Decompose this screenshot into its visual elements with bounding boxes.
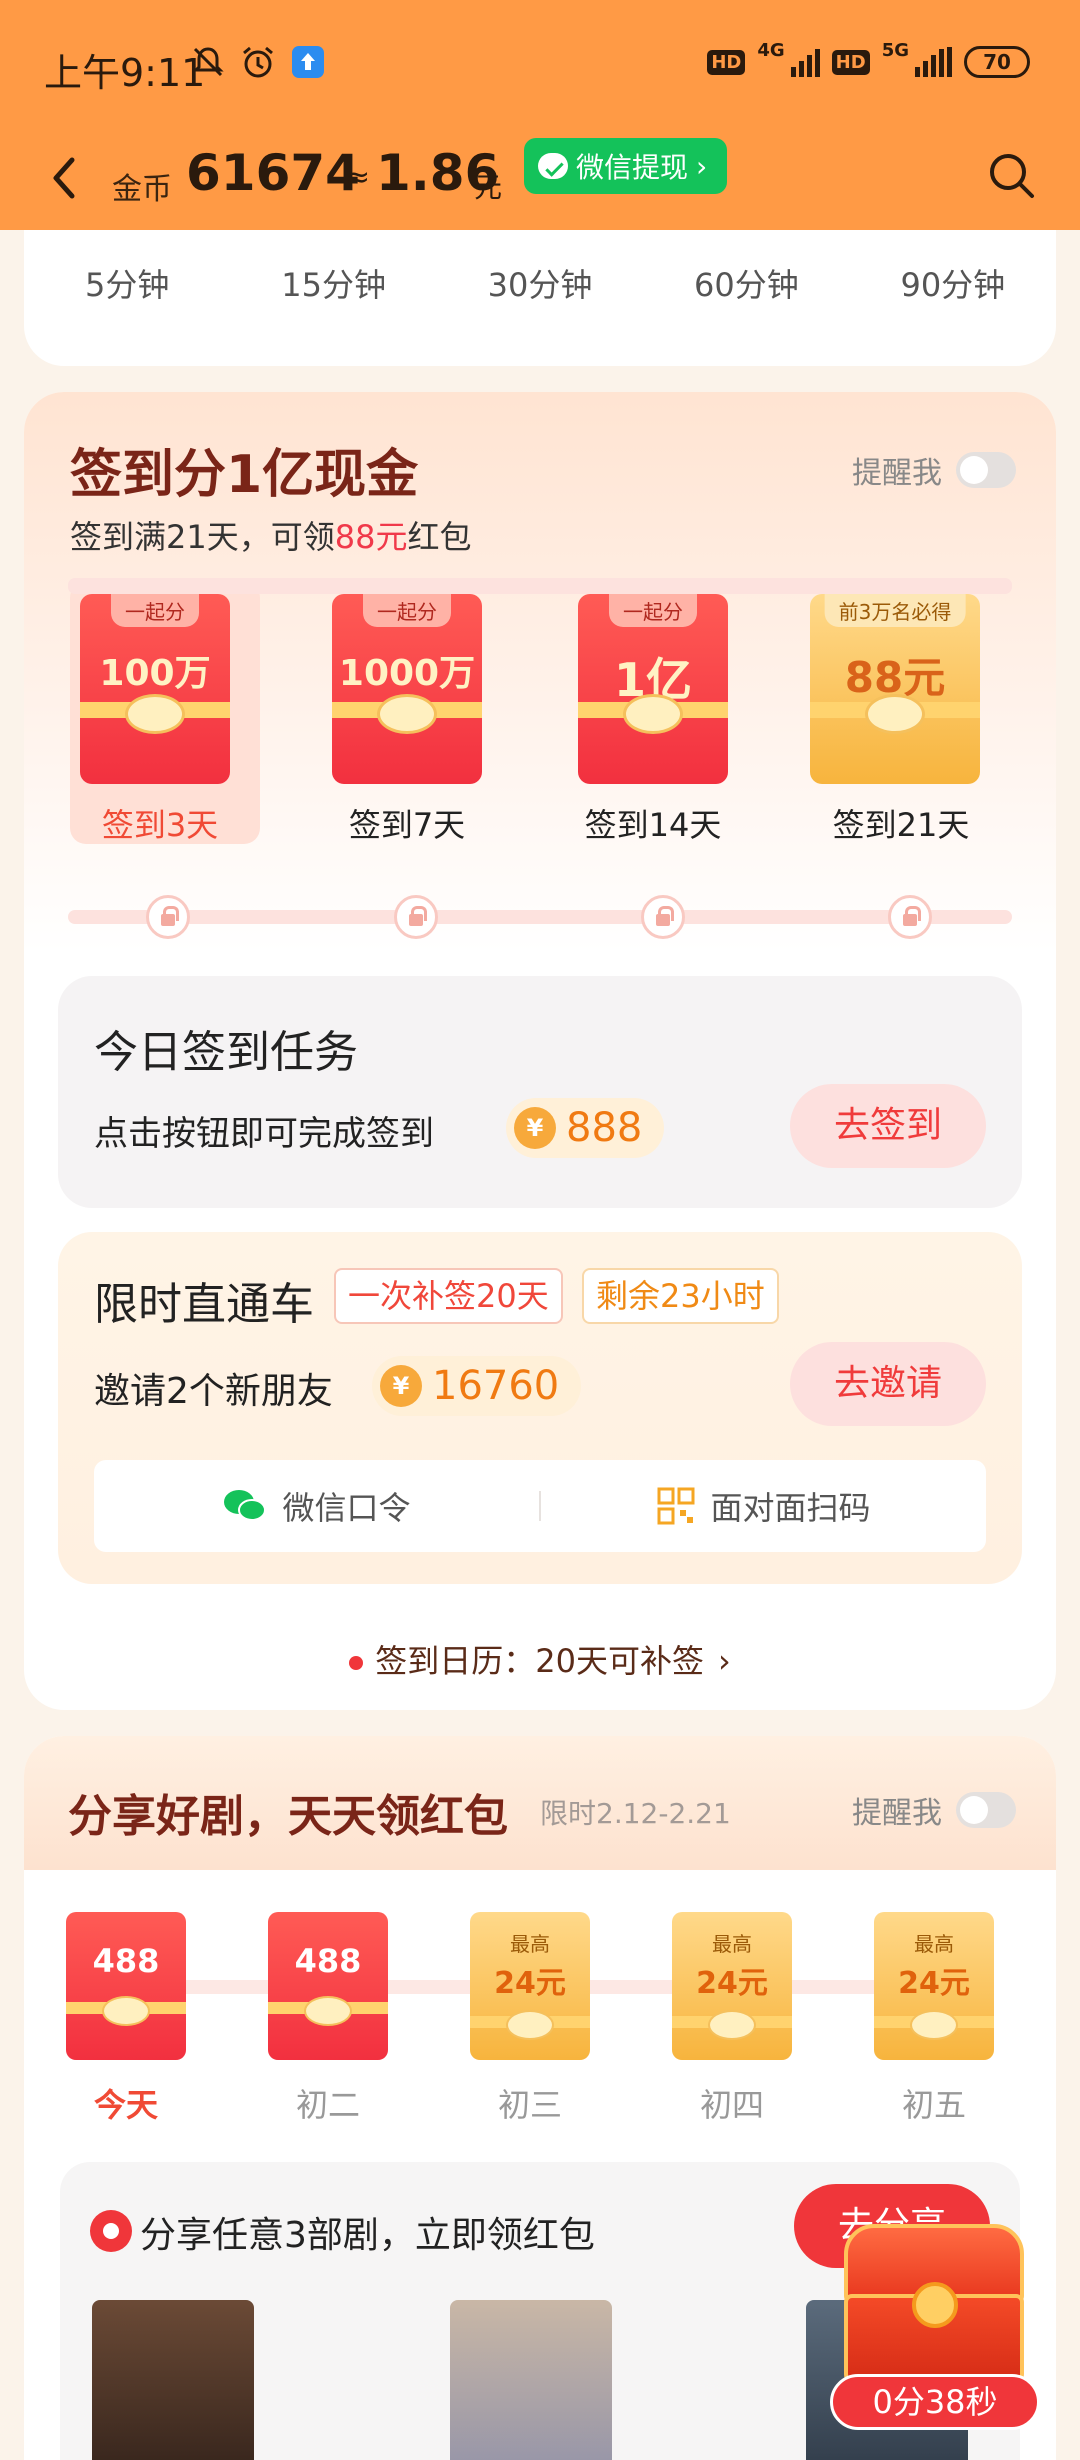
share-date-range: 限时2.12-2.21 [540,1797,731,1830]
share-day-item[interactable]: 488 今天 [66,1912,186,2142]
hd-icon: HD [707,49,746,75]
status-bar: 上午9:11 HD 4G HD 5G 70 [0,0,1080,130]
share-day-item[interactable]: 最高 24元 初三 [470,1912,590,2142]
duration-option[interactable]: 60分钟 [643,260,849,306]
drama-poster[interactable] [92,2300,254,2460]
duration-options: 5分钟 15分钟 30分钟 60分钟 90分钟 [24,260,1056,306]
chest-icon [912,2282,958,2328]
task-title: 今日签到任务 [94,1027,358,1078]
sign-in-subtitle: 签到满21天，可领88元红包 [70,518,472,556]
progress-track [68,910,1012,924]
coin-balance: 61674 [186,144,360,202]
red-envelope-icon: 一起分 1亿 [578,594,728,784]
sign-in-remind: 提醒我 [852,448,1016,492]
progress-track [68,580,1012,594]
duration-option[interactable]: 15分钟 [230,260,436,306]
sign-in-title: 签到分1亿现金 [70,445,419,505]
share-day-item[interactable]: 最高 24元 初四 [672,1912,792,2142]
coin-label: 金币 [112,172,172,207]
search-icon[interactable] [984,148,1040,204]
red-envelope-icon: 488 [66,1912,186,2060]
coin-reward-pill: ¥ 16760 [372,1356,582,1416]
network-4g-label: 4G [757,39,785,61]
share-methods: 微信口令 面对面扫码 [94,1460,986,1552]
coin-icon: ¥ [380,1365,422,1407]
gold-envelope-icon: 最高 24元 [874,1912,994,2060]
invite-button[interactable]: 去邀请 [790,1342,986,1426]
qr-scan-option[interactable]: 面对面扫码 [541,1483,986,1529]
lock-icon [888,895,932,939]
duration-option[interactable]: 30分钟 [437,260,643,306]
limited-title: 限时直通车 [94,1279,314,1330]
limited-express-task: 限时直通车 一次补签20天 剩余23小时 邀请2个新朋友 ¥ 16760 去邀请… [58,1232,1022,1584]
sign-in-button[interactable]: 去签到 [790,1084,986,1168]
share-task-title: 分享任意3部剧，立即领红包 [140,2215,595,2256]
share-remind: 提醒我 [852,1788,1016,1832]
remaining-time-tag: 剩余23小时 [582,1268,779,1324]
red-dot-icon [349,1656,364,1670]
top-bar: 上午9:11 HD 4G HD 5G 70 金币 61674 ≈ 1.86 元 … [0,0,1080,230]
coin-icon: ¥ [514,1107,556,1149]
chest-timer: 0分38秒 [830,2374,1040,2430]
wechat-withdraw-button[interactable]: 微信提现 › [524,138,728,194]
share-title: 分享好剧，天天领红包 [68,1791,508,1842]
reward-day-label: 签到7天 [348,806,466,844]
wechat-icon [224,1490,267,1521]
reward-item[interactable]: 一起分 100万 签到3天 [70,582,260,844]
red-envelope-icon: 一起分 1000万 [332,594,482,784]
remind-toggle[interactable] [956,1792,1016,1828]
gold-envelope-icon: 前3万名必得 88元 [810,594,980,784]
back-arrow-icon[interactable] [44,148,84,208]
bell-off-icon [192,47,224,77]
lock-icon [146,895,190,939]
share-days: 488 今天 488 初二 最高 24元 初三 最高 24元 初四 最高 24元 初五 [24,1912,1056,2142]
duration-option[interactable]: 90分钟 [850,260,1056,306]
duration-option[interactable]: 5分钟 [24,260,230,306]
reward-item[interactable]: 前3万名必得 88元 签到21天 [806,582,980,844]
qr-code-icon [657,1487,695,1525]
battery-icon: 70 [964,46,1030,78]
makeup-tag: 一次补签20天 [334,1268,563,1324]
withdraw-label: 微信提现 [576,151,689,184]
red-envelope-icon: 488 [268,1912,388,2060]
limited-desc: 邀请2个新朋友 [94,1371,333,1412]
gold-envelope-icon: 最高 24元 [470,1912,590,2060]
sign-calendar-link[interactable]: 签到日历：20天可补签 › [24,1636,1056,1696]
share-day-item[interactable]: 488 初二 [268,1912,388,2142]
lock-icon [394,895,438,939]
reward-item[interactable]: 一起分 1000万 签到7天 [312,582,482,844]
film-reel-icon [90,2210,132,2252]
sign-in-rewards: 一起分 100万 签到3天 一起分 1000万 签到7天 一起分 1亿 签到14… [24,582,1056,844]
reward-day-label: 签到21天 [832,806,970,844]
nav-row: 金币 61674 ≈ 1.86 元 微信提现 › [0,130,1080,230]
lock-icon [641,895,685,939]
drama-poster[interactable] [450,2300,612,2460]
wechat-icon [538,153,568,179]
share-day-item[interactable]: 最高 24元 初五 [874,1912,994,2142]
reward-day-label: 签到3天 [101,806,219,844]
task-desc: 点击按钮即可完成签到 [94,1114,434,1154]
alarm-icon [243,46,273,78]
reward-day-label: 签到14天 [584,806,722,844]
gold-envelope-icon: 最高 24元 [672,1912,792,2060]
red-envelope-icon: 一起分 100万 [80,594,230,784]
network-5g-label: 5G [881,39,909,61]
signal-icon [790,47,820,77]
wechat-code-option[interactable]: 微信口令 [94,1483,539,1529]
signal-icon [915,47,952,77]
treasure-chest-widget[interactable]: 0分38秒 [830,2224,1040,2430]
hd-icon: HD [831,49,870,75]
status-time: 上午9:11 [44,51,206,95]
daily-sign-task: 今日签到任务 点击按钮即可完成签到 ¥ 888 去签到 [58,976,1022,1208]
app-notification-icon [292,46,324,78]
reward-item[interactable]: 一起分 1亿 签到14天 [558,582,728,844]
approx-sign: ≈ [345,160,371,195]
coin-reward-pill: ¥ 888 [506,1098,665,1158]
remind-toggle[interactable] [956,452,1016,488]
cash-unit: 元 [474,171,503,204]
chevron-right-icon: › [696,149,708,183]
remind-label: 提醒我 [852,456,942,491]
chevron-right-icon: › [717,1642,731,1680]
